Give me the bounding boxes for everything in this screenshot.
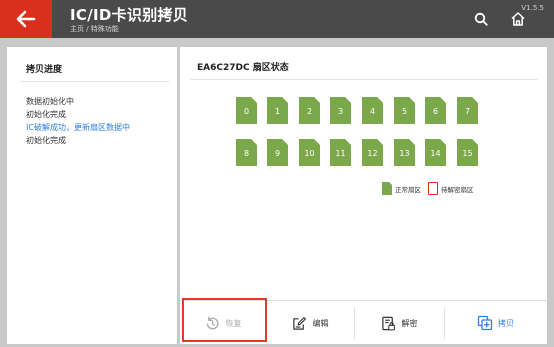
sector-4: 4	[362, 97, 383, 124]
sector-5: 5	[394, 97, 415, 124]
sector-15: 15	[457, 139, 478, 166]
sector-13: 13	[394, 139, 415, 166]
page-title: IC/ID卡识别拷贝	[70, 6, 189, 24]
copy-icon	[477, 315, 493, 331]
breadcrumb: 主页 / 特殊功能	[70, 25, 119, 33]
decrypt-label: 解密	[401, 318, 418, 328]
sector-status-title: EA6C27DC 扇区状态	[197, 63, 289, 73]
copy-button[interactable]: 拷贝	[444, 301, 547, 345]
sector-0: 0	[236, 97, 257, 124]
sector-12: 12	[362, 139, 383, 166]
sector-11: 11	[330, 139, 351, 166]
legend-normal-sector: 正常扇区	[382, 182, 421, 195]
back-button[interactable]	[0, 0, 52, 38]
divider	[190, 79, 538, 80]
edit-icon	[292, 315, 308, 331]
log-line-highlight: IC破解成功，更新扇区数据中	[26, 123, 130, 132]
sector-1: 1	[267, 97, 288, 124]
decrypt-icon	[381, 315, 397, 331]
edit-label: 编辑	[312, 318, 329, 328]
top-bar: IC/ID卡识别拷贝 主页 / 特殊功能 V1.5.5	[0, 0, 554, 38]
normal-sector-swatch	[382, 182, 392, 195]
home-icon	[511, 12, 525, 26]
search-button[interactable]	[472, 10, 490, 28]
log-line: 数据初始化中	[26, 97, 74, 106]
log-line: 初始化完成	[26, 110, 66, 119]
sector-10: 10	[299, 139, 320, 166]
search-icon	[474, 12, 488, 26]
progress-title: 拷贝进度	[26, 65, 63, 75]
sector-8: 8	[236, 139, 257, 166]
restore-highlight-frame	[182, 298, 267, 342]
edit-button[interactable]: 编辑	[266, 301, 354, 345]
legend-normal-label: 正常扇区	[395, 185, 421, 194]
copy-progress-panel: 拷贝进度 数据初始化中 初始化完成 IC破解成功，更新扇区数据中 初始化完成	[7, 47, 177, 344]
sector-7: 7	[457, 97, 478, 124]
sector-status-panel: EA6C27DC 扇区状态 0 1 2 3 4 5 6 7 8 9 10 11 …	[180, 47, 547, 344]
pending-sector-swatch	[428, 182, 438, 195]
divider	[20, 81, 170, 82]
log-line: 初始化完成	[26, 136, 66, 145]
decrypt-button[interactable]: 解密	[354, 301, 444, 345]
legend-pending-label: 待解密扇区	[441, 185, 474, 194]
sector-14: 14	[425, 139, 446, 166]
sector-3: 3	[330, 97, 351, 124]
progress-log: 数据初始化中 初始化完成 IC破解成功，更新扇区数据中 初始化完成	[26, 95, 130, 147]
legend-pending-sector: 待解密扇区	[428, 182, 474, 195]
home-button[interactable]	[509, 10, 527, 28]
sector-9: 9	[267, 139, 288, 166]
sector-2: 2	[299, 97, 320, 124]
copy-label: 拷贝	[498, 318, 514, 328]
arrow-left-icon	[16, 10, 36, 28]
sector-6: 6	[425, 97, 446, 124]
